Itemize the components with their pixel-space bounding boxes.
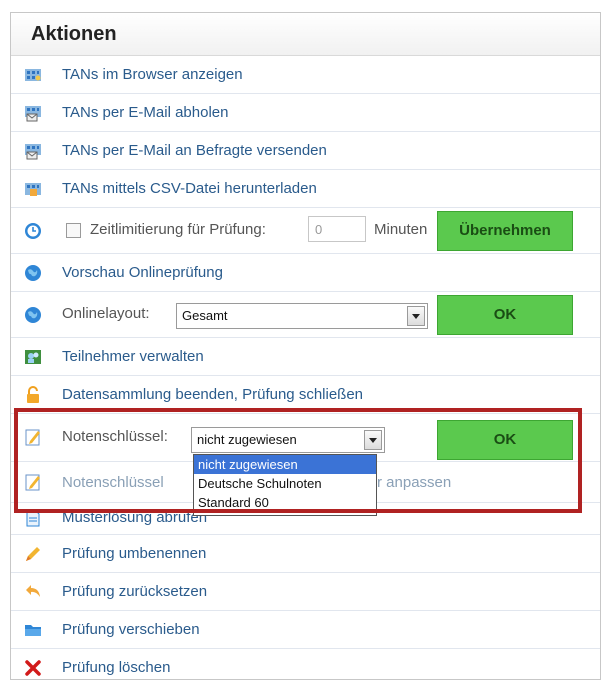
action-label: Datensammlung beenden, Prüfung schließen xyxy=(62,386,364,403)
action-delete-exam[interactable]: Prüfung löschen xyxy=(11,649,600,686)
action-label: Teilnehmer verwalten xyxy=(62,348,204,365)
clock-icon xyxy=(24,222,42,240)
grading-option[interactable]: nicht zugewiesen xyxy=(194,455,376,474)
action-show-tans[interactable]: TANs im Browser anzeigen xyxy=(11,56,600,94)
action-tans-email-send[interactable]: TANs per E-Mail an Befragte versenden xyxy=(11,132,600,170)
tan-grid-icon xyxy=(24,66,42,84)
online-layout-label: Onlinelayout: xyxy=(62,305,150,322)
panel-header: Aktionen xyxy=(11,13,600,56)
actions-panel: Aktionen TANs im Browser anzeigen TANs p… xyxy=(10,12,601,680)
folder-icon xyxy=(24,621,42,639)
action-tans-email-fetch[interactable]: TANs per E-Mail abholen xyxy=(11,94,600,132)
grading-key-options: nicht zugewiesen Deutsche Schulnoten Sta… xyxy=(193,454,377,516)
action-label: Prüfung zurücksetzen xyxy=(62,583,208,600)
tan-mail-icon xyxy=(24,104,42,122)
tan-mail-icon xyxy=(24,142,42,160)
panel-title: Aktionen xyxy=(31,23,117,45)
tan-csv-icon xyxy=(24,180,42,198)
undo-icon xyxy=(24,583,42,601)
time-limit-row: Zeitlimitierung für Prüfung: 0 Minuten Ü… xyxy=(11,208,600,254)
action-preview-online[interactable]: Vorschau Onlineprüfung xyxy=(11,254,600,292)
online-layout-value: Gesamt xyxy=(182,308,228,323)
action-manage-participants[interactable]: Teilnehmer verwalten xyxy=(11,338,600,376)
grading-key-label: Notenschlüssel: xyxy=(62,428,168,445)
action-label: TANs per E-Mail an Befragte versenden xyxy=(62,142,327,159)
globe-icon xyxy=(24,264,42,282)
lock-icon xyxy=(24,386,42,404)
grading-key-value: nicht zugewiesen xyxy=(197,432,297,447)
action-label: Vorschau Onlineprüfung xyxy=(62,264,223,281)
action-label: Notenschlüssel xyxy=(62,474,164,491)
action-rename-exam[interactable]: Prüfung umbenennen xyxy=(11,535,600,573)
grading-ok-button[interactable]: OK xyxy=(437,420,573,460)
grading-key-select[interactable]: nicht zugewiesen xyxy=(191,427,385,453)
action-reset-exam[interactable]: Prüfung zurücksetzen xyxy=(11,573,600,611)
action-label: TANs per E-Mail abholen xyxy=(62,104,229,121)
action-label: TANs mittels CSV-Datei herunterladen xyxy=(62,180,317,197)
grading-option[interactable]: Standard 60 xyxy=(194,493,376,512)
grading-option[interactable]: Deutsche Schulnoten xyxy=(194,474,376,493)
layout-ok-button[interactable]: OK xyxy=(437,295,573,335)
online-layout-select[interactable]: Gesamt xyxy=(176,303,428,329)
action-move-exam[interactable]: Prüfung verschieben xyxy=(11,611,600,649)
online-layout-row: Onlinelayout: Gesamt OK xyxy=(11,292,600,338)
action-label: Prüfung umbenennen xyxy=(62,545,207,562)
time-limit-checkbox[interactable] xyxy=(66,223,81,238)
action-close-exam[interactable]: Datensammlung beenden, Prüfung schließen xyxy=(11,376,600,414)
apply-time-limit-button[interactable]: Übernehmen xyxy=(437,211,573,251)
participants-icon xyxy=(24,348,42,366)
action-tans-csv[interactable]: TANs mittels CSV-Datei herunterladen xyxy=(11,170,600,208)
time-limit-input[interactable]: 0 xyxy=(308,216,366,242)
action-label: TANs im Browser anzeigen xyxy=(62,66,243,83)
edit-icon xyxy=(24,428,42,446)
action-label: Musterlösung abrufen xyxy=(62,509,208,526)
minutes-label: Minuten xyxy=(374,221,428,238)
time-limit-label: Zeitlimitierung für Prüfung: xyxy=(90,221,266,238)
chevron-down-icon[interactable] xyxy=(364,430,382,450)
action-label-tail: r anpassen xyxy=(377,474,452,491)
document-icon xyxy=(24,509,42,527)
globe-icon xyxy=(24,306,42,324)
pencil-icon xyxy=(24,545,42,563)
action-label: Prüfung löschen xyxy=(62,659,171,676)
edit-icon xyxy=(24,473,42,491)
action-label: Prüfung verschieben xyxy=(62,621,200,638)
delete-x-icon xyxy=(24,659,42,677)
chevron-down-icon[interactable] xyxy=(407,306,425,326)
